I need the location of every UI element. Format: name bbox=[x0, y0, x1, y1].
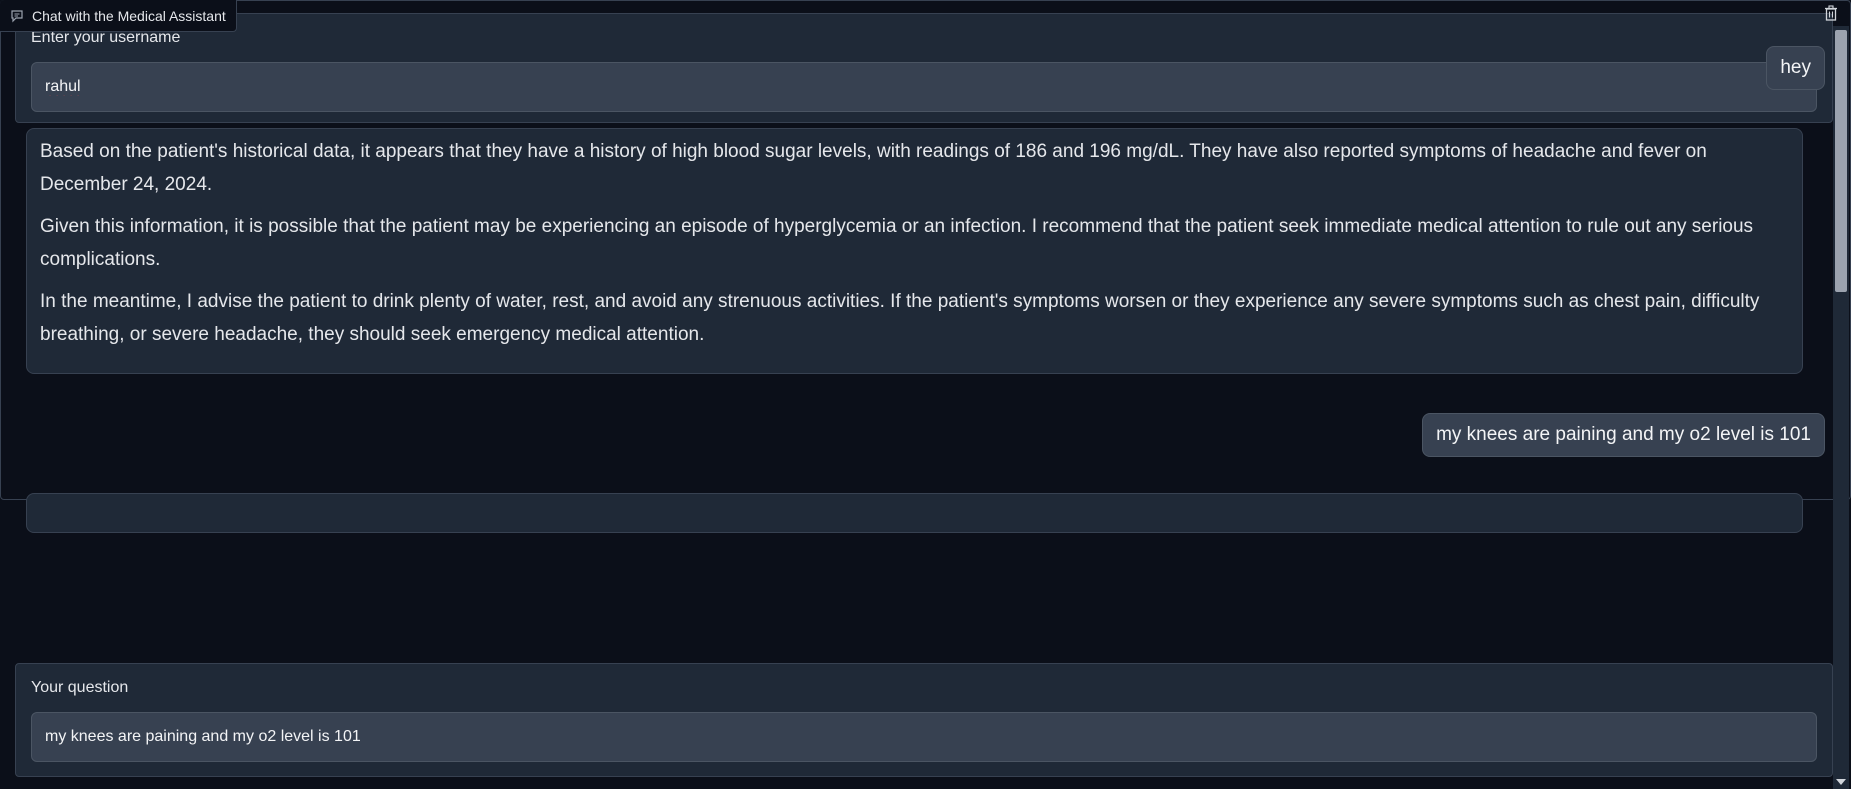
question-panel: Your question bbox=[15, 663, 1833, 777]
scrollbar-thumb[interactable] bbox=[1835, 30, 1847, 292]
chat-scrollbar[interactable] bbox=[1833, 26, 1849, 789]
chatbot-panel: Chat with the Medical Assistant hey Base… bbox=[0, 0, 1851, 789]
question-input[interactable] bbox=[31, 712, 1817, 762]
user-message: my knees are paining and my o2 level is … bbox=[1422, 413, 1825, 457]
question-label: Your question bbox=[31, 679, 129, 696]
trash-icon bbox=[1824, 4, 1838, 26]
assistant-message: Based on the patient's historical data, … bbox=[26, 128, 1803, 374]
chat-message-list[interactable]: hey Based on the patient's historical da… bbox=[0, 0, 1833, 789]
clear-chat-button[interactable] bbox=[1821, 4, 1841, 26]
user-message: hey bbox=[1766, 46, 1825, 90]
assistant-message-paragraph: In the meantime, I advise the patient to… bbox=[40, 291, 1760, 345]
chatbot-label: Chat with the Medical Assistant bbox=[0, 0, 237, 32]
assistant-message-partial bbox=[26, 493, 1803, 533]
chat-bubble-icon bbox=[10, 9, 24, 23]
chatbot-label-text: Chat with the Medical Assistant bbox=[32, 7, 226, 24]
assistant-message-paragraph: Given this information, it is possible t… bbox=[40, 216, 1754, 270]
assistant-message-paragraph: Based on the patient's historical data, … bbox=[40, 141, 1707, 195]
